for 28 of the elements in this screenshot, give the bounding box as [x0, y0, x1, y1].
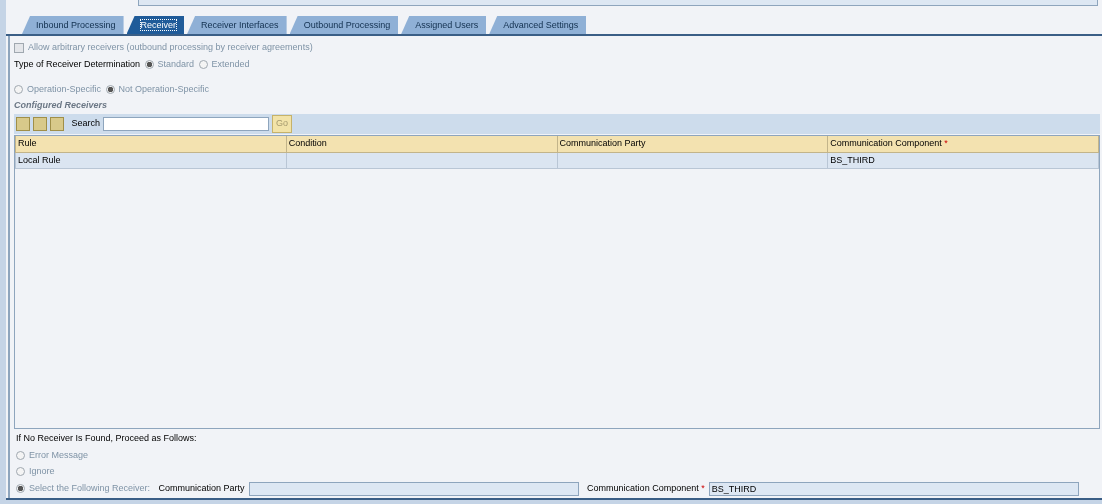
column-header: Communication Party	[557, 136, 828, 152]
search-field[interactable]	[103, 117, 270, 131]
description-field[interactable]	[138, 0, 1098, 6]
field-label: Communication Component *	[587, 481, 705, 495]
tab[interactable]: Outbound Processing	[289, 16, 399, 34]
radio-label: Error Message	[29, 448, 89, 462]
input-field[interactable]: BS_THIRD	[708, 481, 1079, 496]
tab[interactable]: Advanced Settings	[489, 16, 587, 34]
radio-label: Standard	[157, 57, 195, 71]
column-header: Rule	[15, 136, 287, 152]
radio-label: Select the Following Receiver:	[29, 481, 151, 495]
radio-label: Operation-Specific	[27, 83, 102, 96]
column-header: Condition	[286, 136, 557, 152]
tab[interactable]: Inbound Processing	[22, 16, 124, 34]
checkbox-label: Allow arbitrary receivers (outbound processing by receiver agreements)	[28, 41, 313, 54]
input-field[interactable]	[248, 481, 579, 496]
column-header: Communication Component *	[827, 136, 1099, 152]
radio-label: Extended	[211, 57, 250, 71]
field-label: Communication Party	[158, 481, 245, 495]
radio-label: Not Operation-Specific	[118, 83, 210, 96]
tab[interactable]: Receiver	[126, 16, 185, 34]
section-title: Configured Receivers	[14, 98, 109, 112]
search-label: Search	[71, 117, 101, 131]
radio-label: Ignore	[29, 465, 55, 478]
tab[interactable]: Assigned Users	[401, 16, 487, 34]
section-title: If No Receiver Is Found, Proceed as Follows:	[16, 432, 198, 445]
tab[interactable]: Receiver Interfaces	[187, 16, 287, 34]
field-label: Type of Receiver Determination	[14, 57, 141, 71]
